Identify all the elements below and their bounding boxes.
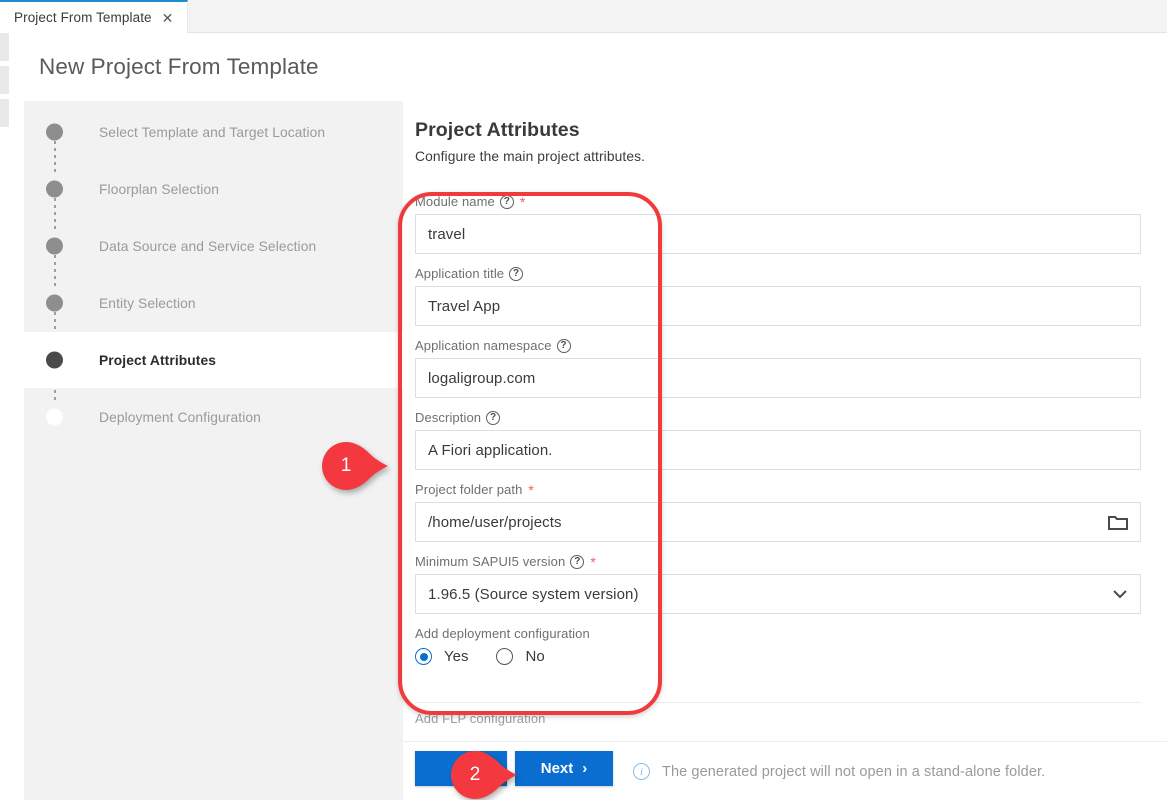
sidebar-item-project-attributes[interactable]: Project Attributes: [24, 332, 403, 388]
step-dot: [46, 294, 63, 312]
footer-hint-text: The generated project will not open in a…: [662, 763, 1046, 780]
field-label: Module name ? *: [415, 193, 1151, 210]
deployment-radio-group: Yes No: [415, 648, 1151, 665]
project-folder-path-input[interactable]: /home/user/projects: [415, 502, 1141, 542]
description-input[interactable]: A Fiori application.: [415, 430, 1141, 470]
required-asterisk: *: [590, 553, 596, 570]
section-title: Project Attributes: [415, 119, 580, 141]
wizard-footer: ‹ Next › i The generated project will no…: [403, 741, 1167, 800]
next-button[interactable]: Next ›: [515, 751, 613, 786]
step-dot: [46, 351, 63, 369]
radio-no[interactable]: [496, 648, 514, 665]
field-label: Project folder path *: [415, 481, 1151, 498]
radio-yes-label: Yes: [444, 648, 469, 665]
close-icon[interactable]: ✕: [162, 11, 174, 25]
radio-no-label: No: [525, 648, 545, 665]
sidebar-item-label: Project Attributes: [99, 352, 217, 368]
field-minimum-sapui5-version: Minimum SAPUI5 version ? * 1.96.5 (Sourc…: [415, 553, 1151, 614]
tab-label: Project From Template: [14, 10, 152, 25]
field-label: Add deployment configuration: [415, 625, 1151, 642]
field-module-name: Module name ? * travel: [415, 193, 1151, 254]
field-label-text: Minimum SAPUI5 version: [415, 554, 566, 569]
field-label: Minimum SAPUI5 version ? *: [415, 553, 1151, 570]
next-button-label: Next: [540, 760, 574, 777]
sidebar-item-label: Data Source and Service Selection: [99, 238, 317, 254]
input-value: travel: [428, 225, 466, 243]
required-asterisk: *: [528, 481, 534, 498]
help-icon[interactable]: ?: [509, 266, 524, 281]
gutter-segment: [0, 99, 9, 127]
help-icon[interactable]: ?: [570, 554, 585, 569]
folder-icon[interactable]: [1108, 514, 1128, 531]
help-icon[interactable]: ?: [499, 194, 514, 209]
divider: [415, 702, 1141, 703]
step-dot: [46, 237, 63, 255]
sidebar-item-entity-selection[interactable]: Entity Selection: [24, 275, 403, 331]
gutter-segment: [0, 66, 9, 94]
field-description: Description ? A Fiori application.: [415, 409, 1151, 470]
application-title-input[interactable]: Travel App: [415, 286, 1141, 326]
field-application-title: Application title ? Travel App: [415, 265, 1151, 326]
radio-yes[interactable]: [415, 648, 432, 665]
section-subtitle: Configure the main project attributes.: [415, 149, 646, 164]
input-value: logaligroup.com: [428, 369, 536, 387]
help-icon[interactable]: ?: [556, 338, 571, 353]
sidebar-item-label: Select Template and Target Location: [99, 124, 326, 140]
step-dot: [46, 408, 63, 426]
gutter-segment: [0, 33, 9, 61]
field-label-text: Application title: [415, 266, 505, 281]
wizard-step-list: Select Template and Target Location Floo…: [24, 101, 403, 800]
field-label-text: Project folder path: [415, 482, 523, 497]
field-label-text: Description: [415, 410, 482, 425]
tab-project-from-template[interactable]: Project From Template ✕: [0, 0, 189, 33]
field-add-deployment-configuration: Add deployment configuration Yes No: [415, 625, 1151, 665]
field-label: Application title ?: [415, 265, 1151, 282]
project-attributes-form: Module name ? * travel Application title…: [415, 193, 1151, 676]
application-namespace-input[interactable]: logaligroup.com: [415, 358, 1141, 398]
back-button[interactable]: ‹: [415, 751, 507, 786]
field-label: Description ?: [415, 409, 1151, 426]
sidebar-item-select-template[interactable]: Select Template and Target Location: [24, 104, 403, 160]
module-name-input[interactable]: travel: [415, 214, 1141, 254]
sidebar-item-floorplan-selection[interactable]: Floorplan Selection: [24, 161, 403, 217]
chevron-down-icon[interactable]: [1112, 589, 1128, 599]
field-project-folder-path: Project folder path * /home/user/project…: [415, 481, 1151, 542]
main-panel: Project Attributes Configure the main pr…: [403, 101, 1167, 741]
minimum-sapui5-version-select[interactable]: 1.96.5 (Source system version): [415, 574, 1141, 614]
sidebar-item-data-source-and-service-selection[interactable]: Data Source and Service Selection: [24, 218, 403, 274]
select-value: 1.96.5 (Source system version): [428, 585, 639, 603]
required-asterisk: *: [519, 193, 526, 210]
step-dot: [46, 123, 63, 141]
field-label: Application namespace ?: [415, 337, 1151, 354]
tab-strip: Project From Template ✕: [0, 0, 1167, 33]
page-title: New Project From Template: [39, 54, 319, 79]
step-dot: [46, 180, 63, 198]
input-value: A Fiori application.: [428, 441, 553, 459]
sidebar-item-label: Entity Selection: [99, 295, 196, 311]
field-application-namespace: Application namespace ? logaligroup.com: [415, 337, 1151, 398]
footer-hint: i The generated project will not open in…: [633, 742, 1045, 800]
sidebar-item-label: Deployment Configuration: [99, 409, 261, 425]
sidebar-item-deployment-configuration[interactable]: Deployment Configuration: [24, 389, 403, 445]
left-gutter: [0, 33, 9, 800]
app-window: Project From Template ✕ New Project From…: [0, 0, 1167, 800]
sidebar-item-label: Floorplan Selection: [99, 181, 220, 197]
info-icon: i: [633, 763, 650, 780]
input-value: /home/user/projects: [428, 513, 562, 531]
chevron-left-icon: ‹: [458, 760, 464, 777]
input-value: Travel App: [428, 297, 501, 315]
field-label-text: Application namespace: [415, 338, 552, 353]
help-icon[interactable]: ?: [486, 410, 501, 425]
field-label-text: Add deployment configuration: [415, 626, 590, 641]
field-label-add-flp-configuration: Add FLP configuration: [415, 711, 546, 726]
field-label-text: Module name: [415, 194, 495, 209]
chevron-right-icon: ›: [582, 760, 588, 777]
